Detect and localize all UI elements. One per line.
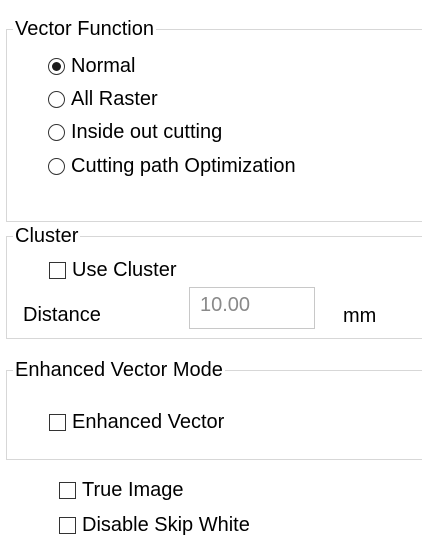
distance-label: Distance — [23, 304, 101, 326]
use-cluster-check-box[interactable] — [49, 261, 66, 279]
enhanced-vector-label[interactable]: Enhanced Vector — [72, 409, 224, 435]
radio-all-raster-label[interactable]: All Raster — [71, 86, 158, 112]
radio-cutting-path-optimization-label[interactable]: Cutting path Optimization — [71, 153, 296, 179]
enhanced-vector-mode-legend: Enhanced Vector Mode — [13, 357, 225, 383]
enhanced-vector-check-box[interactable] — [49, 413, 66, 431]
vector-function-legend: Vector Function — [13, 16, 156, 42]
enhanced-vector-mode-group: Enhanced Vector Mode Enhanced Vector — [6, 357, 422, 460]
vector-function-group: Vector Function Normal All Raster Inside… — [6, 16, 422, 222]
cluster-group: Cluster Use Cluster Distance 10.00 mm — [6, 223, 422, 339]
true-image-checkbox[interactable]: True Image — [59, 477, 184, 503]
true-image-label[interactable]: True Image — [82, 477, 184, 503]
radio-inside-out-cutting-indicator[interactable] — [48, 123, 65, 141]
cluster-legend: Cluster — [13, 223, 81, 249]
use-cluster-checkbox[interactable]: Use Cluster — [49, 257, 176, 283]
radio-cutting-path-optimization[interactable]: Cutting path Optimization — [48, 153, 296, 179]
enhanced-vector-checkbox[interactable]: Enhanced Vector — [49, 409, 224, 435]
radio-normal-indicator[interactable] — [48, 57, 65, 75]
true-image-check-box[interactable] — [59, 481, 76, 499]
radio-all-raster-indicator[interactable] — [48, 90, 65, 108]
radio-inside-out-cutting-label[interactable]: Inside out cutting — [71, 119, 222, 145]
disable-skip-white-label[interactable]: Disable Skip White — [82, 512, 250, 538]
distance-unit-label: mm — [343, 305, 377, 327]
radio-normal-label[interactable]: Normal — [71, 53, 135, 79]
use-cluster-label[interactable]: Use Cluster — [72, 257, 176, 283]
radio-cutting-path-optimization-indicator[interactable] — [48, 157, 65, 175]
radio-normal[interactable]: Normal — [48, 53, 135, 79]
distance-input[interactable]: 10.00 — [189, 287, 315, 329]
disable-skip-white-check-box[interactable] — [59, 516, 76, 534]
disable-skip-white-checkbox[interactable]: Disable Skip White — [59, 512, 250, 538]
radio-inside-out-cutting[interactable]: Inside out cutting — [48, 119, 222, 145]
radio-all-raster[interactable]: All Raster — [48, 86, 158, 112]
